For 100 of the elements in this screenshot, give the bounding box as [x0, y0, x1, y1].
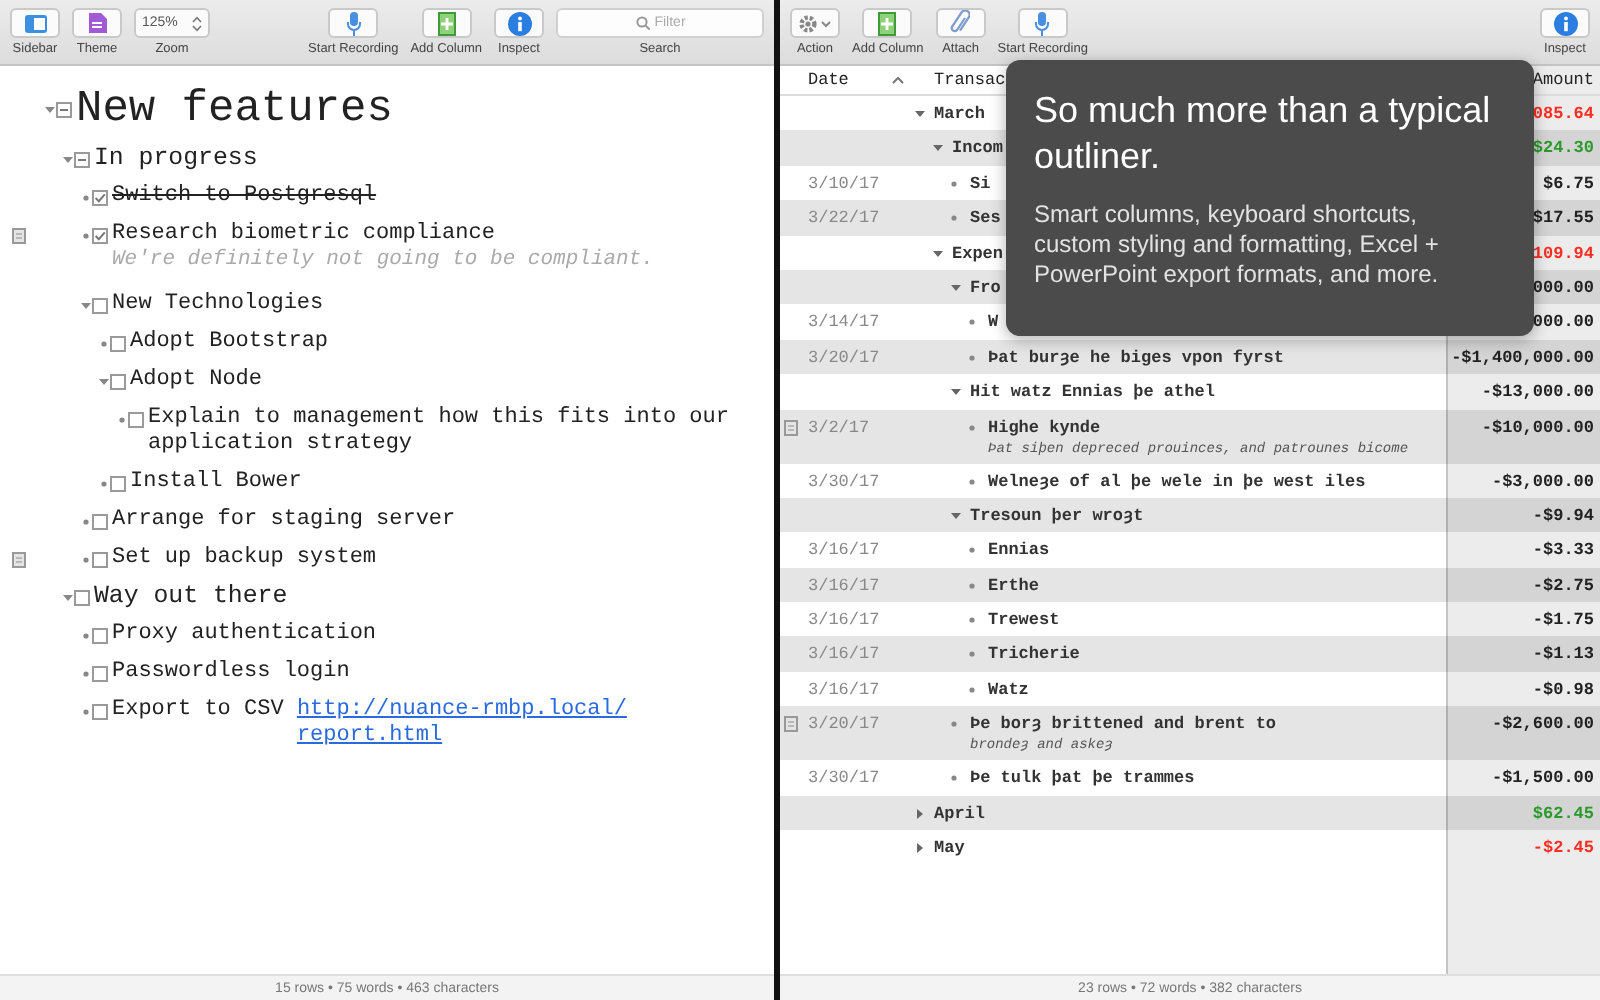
expanded-triangle-icon[interactable]	[43, 104, 55, 116]
amount-cell: -$3,000.00	[1491, 471, 1594, 492]
link[interactable]: http://nuance-rmbp.local/report.html	[296, 698, 634, 750]
outline-item: In progress	[94, 144, 258, 172]
column-header[interactable]: Amount	[1532, 70, 1594, 90]
collapsed-triangle-icon[interactable]	[914, 842, 926, 855]
amount-cell: 085.64	[1532, 104, 1594, 124]
outline-item: Adopt Bootstrap	[130, 330, 329, 354]
bullet-icon	[99, 339, 107, 347]
sort-caret-icon	[892, 76, 904, 84]
amount-cell: $6.75	[1542, 173, 1594, 194]
bullet-icon	[968, 650, 976, 659]
date-cell: 3/2/17	[808, 417, 870, 438]
amount-cell: -$1,500.00	[1491, 768, 1594, 789]
note-icon	[784, 716, 798, 733]
expanded-triangle-icon[interactable]	[97, 375, 109, 387]
document-icon	[87, 12, 107, 34]
sidebar-button[interactable]	[10, 8, 60, 38]
column-header[interactable]: Transac	[934, 70, 1006, 90]
info-icon	[1553, 11, 1577, 35]
checkbox[interactable]	[74, 589, 90, 605]
gear-icon	[797, 13, 833, 33]
checkbox[interactable]	[92, 551, 108, 567]
expanded-triangle-icon[interactable]	[914, 108, 926, 120]
checkbox[interactable]	[92, 189, 108, 205]
transaction-cell: April	[934, 803, 986, 824]
date-cell: 3/16/17	[808, 540, 880, 561]
inspect-button[interactable]	[494, 8, 544, 38]
checkbox[interactable]	[110, 373, 126, 389]
bullet-icon	[81, 555, 89, 563]
expanded-triangle-icon[interactable]	[932, 247, 944, 260]
amount-cell: -$13,000.00	[1481, 382, 1594, 403]
transaction-cell: Þat burȝe he biges vpon fyrst	[988, 347, 1284, 368]
transaction-cell: Tricherie	[988, 644, 1080, 665]
expanded-triangle-icon[interactable]	[950, 386, 962, 399]
expanded-triangle-icon[interactable]	[950, 281, 962, 294]
collapsed-triangle-icon[interactable]	[914, 807, 926, 820]
search-icon	[636, 16, 650, 30]
transaction-cell: Trewest	[988, 610, 1060, 631]
expanded-triangle-icon[interactable]	[950, 509, 962, 522]
expanded-triangle-icon[interactable]	[61, 591, 73, 603]
checkbox[interactable]	[92, 703, 108, 719]
transaction-cell: May	[934, 838, 965, 859]
bullet-icon	[81, 631, 89, 639]
sidebar-icon	[23, 13, 47, 33]
date-cell: 3/20/17	[808, 714, 880, 735]
checkbox[interactable]	[110, 475, 126, 491]
amount-cell: 109.94	[1532, 243, 1594, 264]
bullet-icon	[968, 546, 976, 555]
bullet-icon	[81, 231, 89, 239]
outline-item: Proxy authentication	[112, 622, 377, 646]
amount-cell: 000.00	[1532, 277, 1594, 298]
record-button[interactable]	[1017, 8, 1068, 38]
date-cell: 3/30/17	[808, 768, 880, 789]
amount-cell: $17.55	[1532, 208, 1594, 229]
outline-item: New features	[76, 84, 393, 134]
checkbox[interactable]	[92, 513, 108, 529]
checkbox[interactable]	[110, 335, 126, 351]
outline-item: Export to CSV	[112, 698, 284, 722]
bullet-icon	[950, 774, 958, 783]
column-header[interactable]: Date	[808, 70, 849, 90]
record-button[interactable]	[328, 8, 379, 38]
checkbox[interactable]	[92, 227, 108, 243]
checkbox[interactable]	[74, 151, 90, 167]
outline-item: Switch to Postgresql	[112, 184, 377, 208]
checkbox[interactable]	[128, 411, 144, 427]
transaction-cell: Ennias	[988, 540, 1050, 561]
date-cell: 3/10/17	[808, 173, 880, 194]
bullet-icon	[81, 707, 89, 715]
checkbox[interactable]	[92, 297, 108, 313]
add-column-button[interactable]	[862, 8, 913, 38]
amount-cell: -$3.33	[1532, 540, 1594, 561]
date-cell: 3/16/17	[808, 610, 880, 631]
add-column-icon	[437, 11, 456, 35]
attach-button[interactable]	[935, 8, 986, 38]
date-cell: 3/16/17	[808, 679, 880, 700]
checkbox[interactable]	[92, 627, 108, 643]
add-column-icon	[878, 11, 897, 35]
inspect-button[interactable]	[1540, 8, 1590, 38]
theme-button[interactable]	[72, 8, 122, 38]
amount-cell: $24.30	[1532, 138, 1594, 159]
checkbox[interactable]	[56, 102, 72, 118]
expanded-triangle-icon[interactable]	[61, 153, 73, 165]
microphone-icon	[345, 11, 362, 35]
date-cell: 3/14/17	[808, 312, 880, 333]
note-text: We're definitely not going to be compliant.	[112, 248, 654, 276]
expanded-triangle-icon[interactable]	[932, 142, 944, 155]
checkbox[interactable]	[92, 665, 108, 681]
expanded-triangle-icon[interactable]	[79, 299, 91, 311]
outline-item: Adopt Node	[130, 368, 263, 392]
amount-cell: -$2.45	[1532, 838, 1594, 859]
bullet-icon	[950, 214, 958, 223]
transaction-cell-text: Highe kynde	[988, 417, 1103, 438]
transaction-cell: Þe tulk þat þe trammes	[970, 768, 1195, 789]
info-icon	[507, 11, 531, 35]
bullet-icon	[117, 415, 125, 423]
bullet-icon	[968, 423, 976, 432]
action-button[interactable]	[790, 8, 840, 38]
bullet-icon	[81, 517, 89, 525]
add-column-button[interactable]	[421, 8, 472, 38]
